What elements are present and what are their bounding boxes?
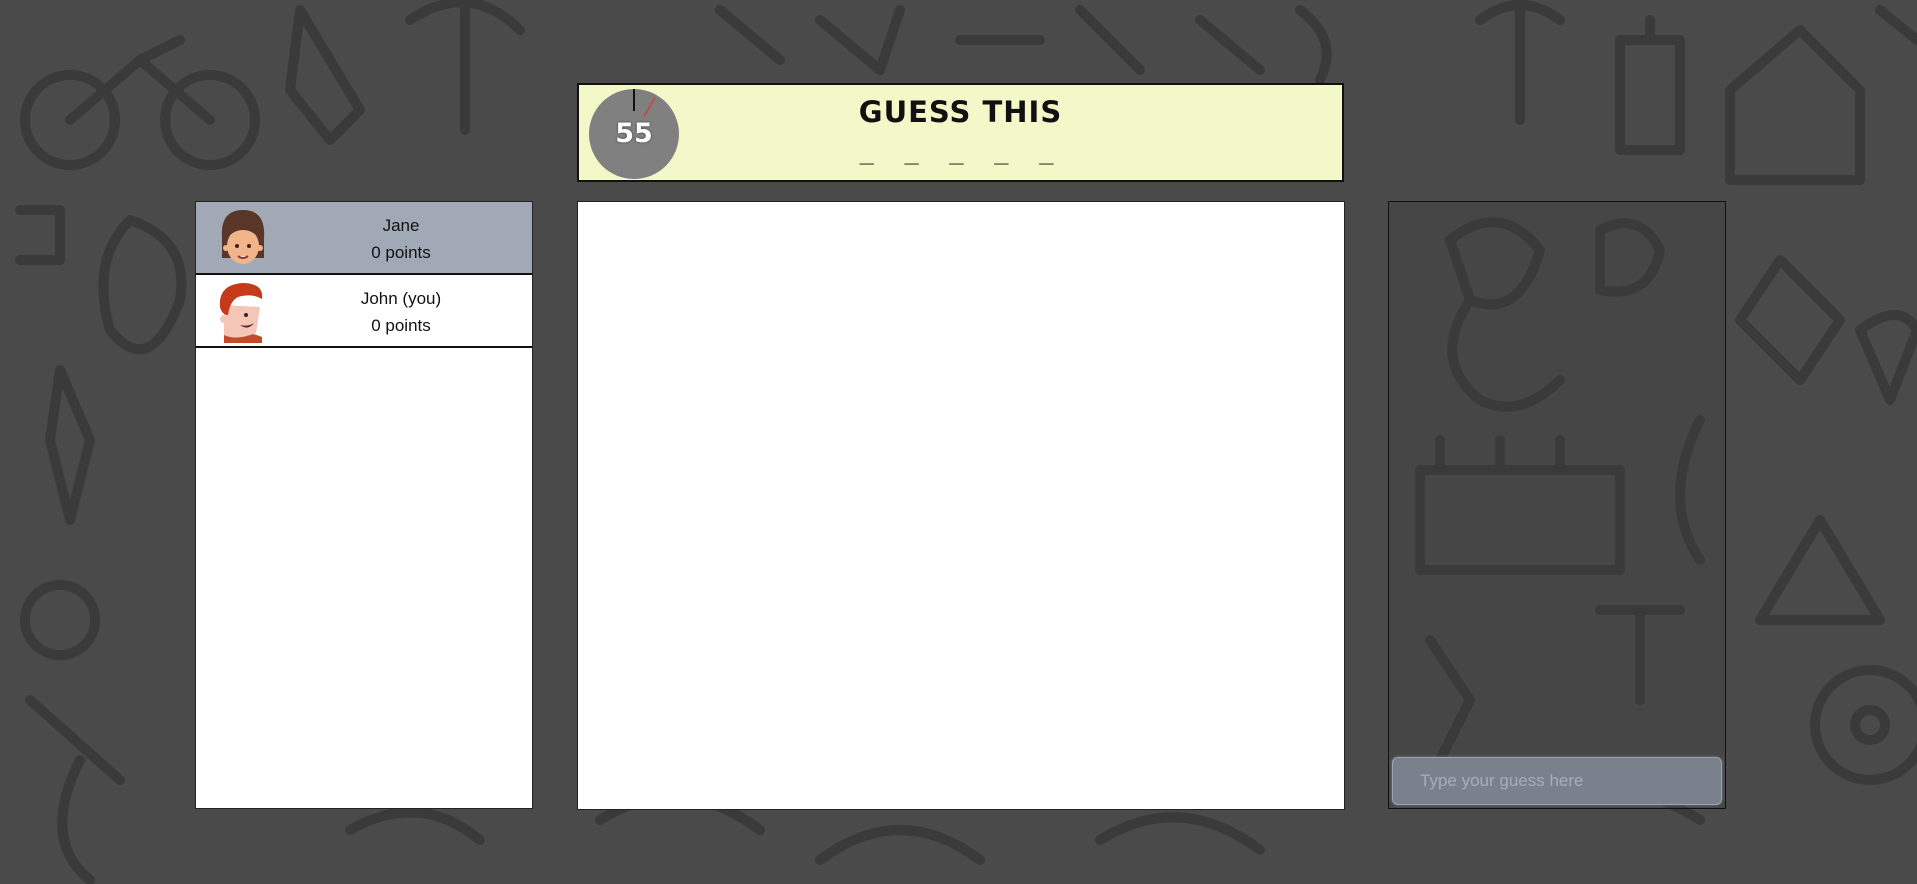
- girl-avatar-icon: [221, 210, 265, 264]
- drawing-canvas[interactable]: [577, 201, 1345, 810]
- player-info: John (you) 0 points: [356, 285, 446, 339]
- round-header: 55 GUESS THIS _ _ _ _ _: [577, 83, 1344, 182]
- player-row-jane[interactable]: Jane 0 points: [196, 202, 532, 275]
- player-points: 0 points: [371, 316, 431, 335]
- player-points: 0 points: [371, 243, 431, 262]
- word-hint: _ _ _ _ _: [859, 137, 1062, 165]
- guess-input[interactable]: [1392, 757, 1722, 805]
- round-title: GUESS THIS: [858, 95, 1063, 129]
- player-list: Jane 0 points John (you) 0 points: [195, 201, 533, 809]
- player-name: Jane: [382, 216, 420, 235]
- player-row-john[interactable]: John (you) 0 points: [196, 275, 532, 348]
- boy-avatar-icon: [219, 283, 263, 343]
- player-name: John (you): [360, 289, 442, 308]
- player-info: Jane 0 points: [356, 212, 446, 266]
- chat-panel: [1388, 201, 1726, 809]
